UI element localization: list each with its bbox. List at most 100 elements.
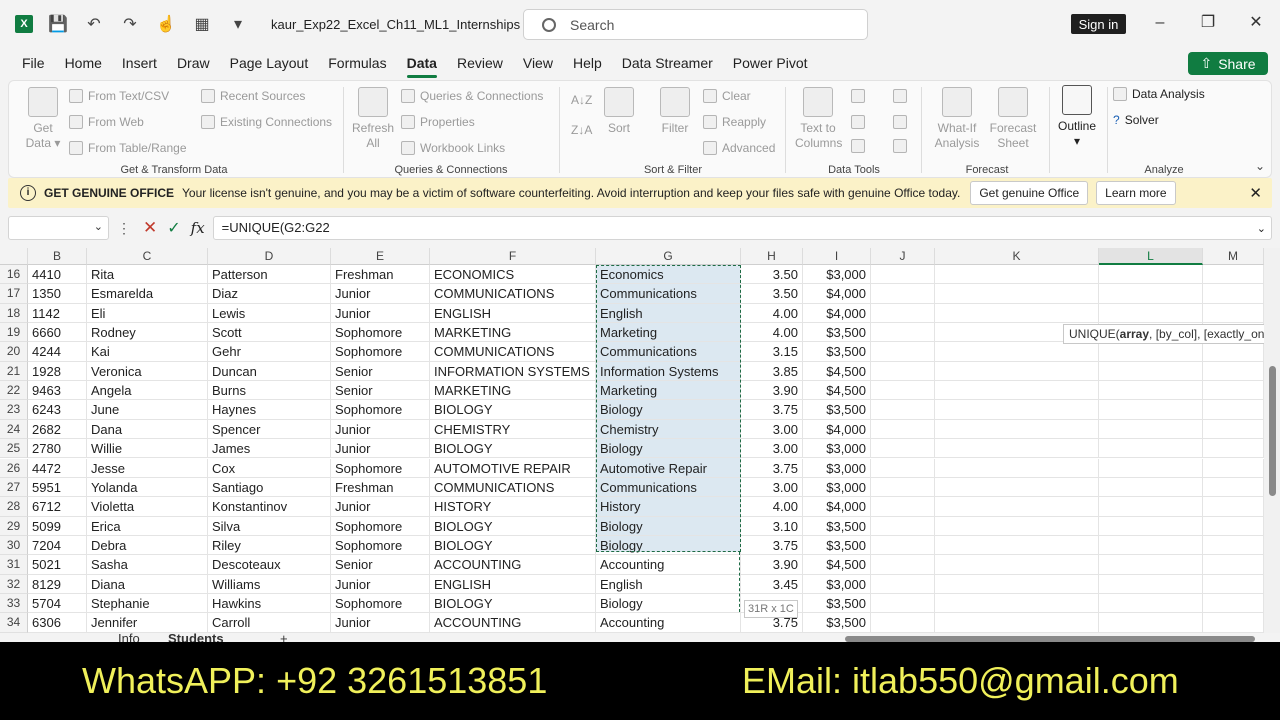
cell-j[interactable] bbox=[871, 400, 935, 420]
data-analysis-button[interactable]: Data Analysis bbox=[1113, 87, 1205, 101]
column-header-d[interactable]: D bbox=[208, 248, 331, 265]
cell-g[interactable]: Biology bbox=[596, 593, 741, 614]
cell-i[interactable]: $3,500 bbox=[803, 593, 871, 614]
cell-g[interactable]: Accounting bbox=[596, 613, 741, 633]
cell-c[interactable]: June bbox=[87, 400, 208, 420]
cell-l[interactable] bbox=[1099, 439, 1203, 459]
cell-h[interactable]: 4.00 bbox=[741, 303, 803, 324]
cell-d[interactable]: Haynes bbox=[208, 400, 331, 420]
tab-draw[interactable]: Draw bbox=[167, 48, 220, 78]
cell-f[interactable]: ACCOUNTING bbox=[430, 555, 596, 575]
filter-button[interactable]: Filter bbox=[655, 87, 695, 136]
cell-i[interactable]: $3,500 bbox=[803, 400, 871, 420]
cell-m[interactable] bbox=[1203, 593, 1264, 614]
text-to-columns-button[interactable]: Text to Columns bbox=[795, 87, 842, 151]
cell-l[interactable] bbox=[1099, 303, 1203, 324]
column-header-i[interactable]: I bbox=[803, 248, 871, 265]
cell-m[interactable] bbox=[1203, 381, 1264, 401]
row-header[interactable]: 25 bbox=[0, 439, 28, 459]
cell-j[interactable] bbox=[871, 516, 935, 536]
cell-h[interactable]: 3.75 bbox=[741, 458, 803, 478]
cell-k[interactable] bbox=[935, 497, 1099, 517]
cell-e[interactable]: Sophomore bbox=[331, 535, 430, 556]
cell-i[interactable]: $4,000 bbox=[803, 303, 871, 324]
from-web-button[interactable]: From Web bbox=[69, 115, 144, 129]
formula-input[interactable]: =UNIQUE(G2:G22 bbox=[212, 216, 1272, 240]
cell-e[interactable]: Junior bbox=[331, 497, 430, 517]
cell-j[interactable] bbox=[871, 284, 935, 304]
insert-function-icon[interactable]: fx bbox=[191, 219, 205, 237]
cell-c[interactable]: Yolanda bbox=[87, 477, 208, 498]
cell-h[interactable]: 3.00 bbox=[741, 477, 803, 498]
cell-l[interactable] bbox=[1099, 535, 1203, 556]
cell-l[interactable] bbox=[1099, 555, 1203, 575]
row-header[interactable]: 27 bbox=[0, 477, 28, 498]
cell-k[interactable] bbox=[935, 303, 1099, 324]
cell-k[interactable] bbox=[935, 555, 1099, 575]
cell-e[interactable]: Senior bbox=[331, 381, 430, 401]
cell-b[interactable]: 2682 bbox=[28, 419, 87, 440]
name-box[interactable]: ⌄ bbox=[8, 216, 109, 240]
cell-e[interactable]: Junior bbox=[331, 613, 430, 633]
row-header[interactable]: 18 bbox=[0, 303, 28, 324]
cell-j[interactable] bbox=[871, 535, 935, 556]
cell-e[interactable]: Sophomore bbox=[331, 323, 430, 343]
cell-f[interactable]: INFORMATION SYSTEMS bbox=[430, 361, 596, 382]
cell-l[interactable] bbox=[1099, 574, 1203, 594]
cell-b[interactable]: 5951 bbox=[28, 477, 87, 498]
tab-formulas[interactable]: Formulas bbox=[318, 48, 396, 78]
cell-j[interactable] bbox=[871, 593, 935, 614]
sort-asc-icon[interactable]: A↓Z bbox=[571, 93, 592, 107]
cell-c[interactable]: Rodney bbox=[87, 323, 208, 343]
row-header[interactable]: 24 bbox=[0, 419, 28, 440]
restore-icon[interactable]: ❐ bbox=[1198, 13, 1218, 33]
cell-d[interactable]: Konstantinov bbox=[208, 497, 331, 517]
cell-i[interactable]: $3,500 bbox=[803, 342, 871, 362]
cell-c[interactable]: Debra bbox=[87, 535, 208, 556]
cell-k[interactable] bbox=[935, 265, 1099, 285]
cell-e[interactable]: Sophomore bbox=[331, 400, 430, 420]
tab-page-layout[interactable]: Page Layout bbox=[220, 48, 319, 78]
cell-g[interactable]: English bbox=[596, 574, 741, 594]
learn-more-button[interactable]: Learn more bbox=[1096, 181, 1176, 205]
cell-f[interactable]: COMMUNICATIONS bbox=[430, 342, 596, 362]
cell-d[interactable]: Scott bbox=[208, 323, 331, 343]
cell-d[interactable]: James bbox=[208, 439, 331, 459]
row-header[interactable]: 26 bbox=[0, 458, 28, 478]
cell-c[interactable]: Esmarelda bbox=[87, 284, 208, 304]
cell-l[interactable] bbox=[1099, 381, 1203, 401]
cell-f[interactable]: AUTOMOTIVE REPAIR bbox=[430, 458, 596, 478]
row-header[interactable]: 23 bbox=[0, 400, 28, 420]
tab-data[interactable]: Data bbox=[397, 48, 447, 78]
column-header-e[interactable]: E bbox=[331, 248, 430, 265]
cell-l[interactable] bbox=[1099, 361, 1203, 382]
cell-k[interactable] bbox=[935, 516, 1099, 536]
cell-b[interactable]: 4410 bbox=[28, 265, 87, 285]
forecast-sheet-button[interactable]: Forecast Sheet bbox=[985, 87, 1041, 151]
cell-i[interactable]: $4,000 bbox=[803, 419, 871, 440]
cell-d[interactable]: Silva bbox=[208, 516, 331, 536]
column-header-f[interactable]: F bbox=[430, 248, 596, 265]
cell-f[interactable]: ACCOUNTING bbox=[430, 613, 596, 633]
cell-j[interactable] bbox=[871, 265, 935, 285]
tab-power-pivot[interactable]: Power Pivot bbox=[723, 48, 818, 78]
cell-e[interactable]: Junior bbox=[331, 419, 430, 440]
chevron-down-icon[interactable]: ⌄ bbox=[94, 220, 103, 233]
cell-j[interactable] bbox=[871, 555, 935, 575]
cell-j[interactable] bbox=[871, 458, 935, 478]
relationships-icon[interactable] bbox=[893, 115, 907, 129]
cell-h[interactable]: 3.75 bbox=[741, 400, 803, 420]
cell-b[interactable]: 5099 bbox=[28, 516, 87, 536]
cell-k[interactable] bbox=[935, 477, 1099, 498]
cell-l[interactable] bbox=[1099, 342, 1203, 362]
cell-f[interactable]: HISTORY bbox=[430, 497, 596, 517]
cell-e[interactable]: Junior bbox=[331, 284, 430, 304]
cell-d[interactable]: Descoteaux bbox=[208, 555, 331, 575]
cell-l[interactable] bbox=[1099, 400, 1203, 420]
sort-button[interactable]: Sort bbox=[599, 87, 639, 136]
cell-d[interactable]: Carroll bbox=[208, 613, 331, 633]
cell-f[interactable]: CHEMISTRY bbox=[430, 419, 596, 440]
cell-j[interactable] bbox=[871, 497, 935, 517]
cell-c[interactable]: Veronica bbox=[87, 361, 208, 382]
close-notice-icon[interactable]: ✕ bbox=[1249, 184, 1262, 202]
